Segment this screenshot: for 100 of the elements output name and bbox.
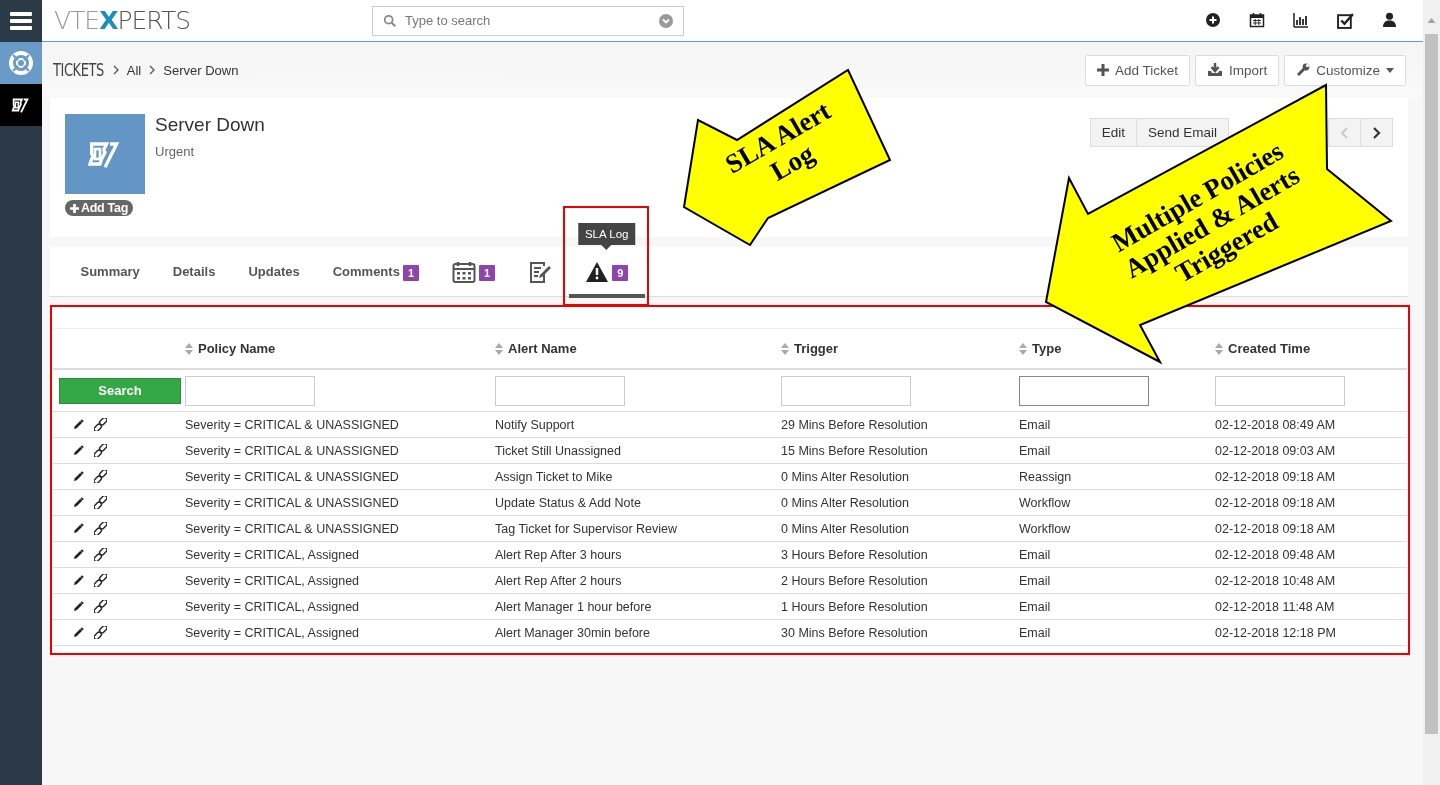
plus-icon [1096, 64, 1109, 76]
dropdown-icon[interactable] [659, 13, 673, 28]
pencil-icon[interactable] [73, 575, 84, 586]
tab[interactable]: Details [156, 247, 232, 298]
chevron-right-icon [149, 65, 156, 75]
table-cell: 29 Mins Before Resolution [781, 417, 928, 432]
chevron-right-icon [112, 65, 119, 75]
tab[interactable]: Summary [64, 247, 157, 298]
next-button[interactable] [1360, 118, 1393, 147]
filter-field[interactable] [1215, 375, 1345, 406]
warning-icon [585, 260, 610, 283]
table-cell: Email [1019, 417, 1051, 432]
link-icon[interactable] [94, 522, 107, 535]
link-icon[interactable] [94, 470, 107, 483]
table-cell: 02-12-2018 09:48 AM [1215, 547, 1336, 562]
record-title: Server Down [155, 114, 265, 136]
table-cell: Severity = CRITICAL & UNASSIGNED [185, 495, 399, 510]
pencil-icon[interactable] [73, 445, 84, 456]
count-badge: 1 [479, 264, 496, 281]
search-icon [383, 13, 397, 28]
link-icon[interactable] [94, 574, 107, 587]
link-icon[interactable] [94, 496, 107, 509]
table-cell: Email [1019, 573, 1051, 588]
table-cell: Ticket Still Unassigned [495, 443, 621, 458]
table-cell: Notify Support [495, 417, 575, 432]
pencil-icon[interactable] [73, 419, 84, 430]
header-button[interactable]: Add Ticket [1084, 54, 1190, 86]
calendar-icon [452, 259, 476, 284]
column-header[interactable]: Policy Name [198, 341, 276, 356]
pencil-icon[interactable] [73, 497, 84, 508]
table-cell: Email [1019, 599, 1051, 614]
count-badge: 9 [612, 264, 629, 281]
download-icon [1206, 63, 1223, 77]
table-cell: Severity = CRITICAL, Assigned [185, 599, 360, 614]
logo: VTEXPERTS [54, 6, 192, 35]
filter-field[interactable] [1019, 375, 1149, 406]
table-cell: Severity = CRITICAL & UNASSIGNED [185, 521, 399, 536]
table-cell: Alert Rep After 3 hours [495, 547, 622, 562]
column-header[interactable]: Alert Name [508, 341, 577, 356]
tab[interactable]: Comments 1 [316, 247, 436, 298]
table-cell: 0 Mins Alter Resolution [781, 495, 909, 510]
record-priority: Urgent [155, 144, 196, 159]
breadcrumb-link[interactable]: All [126, 62, 142, 78]
column-header[interactable]: Created Time [1228, 341, 1311, 356]
table-cell: Email [1019, 625, 1051, 640]
callout-text: SLA Alert Log [719, 95, 836, 187]
table-cell: Severity = CRITICAL, Assigned [185, 547, 360, 562]
pencil-icon[interactable] [73, 549, 84, 560]
table-cell: 02-12-2018 10:48 AM [1215, 573, 1336, 588]
table-cell: 15 Mins Before Resolution [781, 443, 928, 458]
table-cell: 1 Hours Before Resolution [781, 599, 928, 614]
filter-field[interactable] [185, 375, 315, 406]
caret-icon [1386, 67, 1394, 73]
plus-icon [70, 203, 79, 213]
link-icon[interactable] [94, 600, 107, 613]
search-bar[interactable]: Type to search [372, 5, 684, 36]
table-cell: 02-12-2018 12:18 PM [1215, 625, 1336, 640]
add-tag-button[interactable]: Add Tag [65, 200, 133, 216]
action-button[interactable]: Edit [1089, 118, 1137, 147]
add-icon[interactable] [1205, 12, 1221, 28]
table-cell: Assign Ticket to Mike [495, 469, 613, 484]
pencil-icon[interactable] [73, 627, 84, 638]
link-icon[interactable] [94, 418, 107, 431]
breadcrumb-link[interactable]: Server Down [163, 62, 239, 78]
lifebuoy-icon[interactable] [9, 51, 33, 75]
notes-edit-icon [528, 259, 553, 284]
pencil-icon[interactable] [73, 471, 84, 482]
menu-icon[interactable] [10, 12, 32, 30]
link-icon[interactable] [94, 444, 107, 457]
link-icon[interactable] [94, 626, 107, 639]
table-cell: Workflow [1019, 495, 1071, 510]
chevron-icon [1372, 126, 1381, 139]
table-cell: Alert Rep After 2 hours [495, 573, 622, 588]
table-cell: 30 Mins Before Resolution [781, 625, 928, 640]
tab[interactable]: Updates [231, 247, 317, 298]
table-cell: 0 Mins Alter Resolution [781, 469, 909, 484]
pencil-icon[interactable] [73, 523, 84, 534]
table-cell: Workflow [1019, 521, 1071, 536]
table-cell: Update Status & Add Note [495, 495, 641, 510]
table-cell: 02-12-2018 11:48 AM [1215, 599, 1335, 614]
header-button[interactable]: Import [1194, 54, 1280, 86]
filter-field[interactable] [495, 375, 625, 406]
tab[interactable]: 1 [435, 247, 512, 298]
filter-field[interactable] [781, 375, 911, 406]
table-cell: Severity = CRITICAL & UNASSIGNED [185, 469, 399, 484]
table-cell: 2 Hours Before Resolution [781, 573, 928, 588]
column-header[interactable]: Type [1032, 341, 1062, 356]
module-title[interactable]: TICKETS [53, 60, 104, 80]
action-button[interactable]: Send Email [1135, 118, 1229, 147]
pencil-icon[interactable] [73, 601, 84, 612]
table-cell: Reassign [1019, 469, 1072, 484]
user-icon[interactable] [1382, 12, 1396, 27]
header-button[interactable]: Customize [1284, 54, 1406, 86]
bar-chart-icon[interactable] [1293, 12, 1309, 28]
table-cell: 02-12-2018 09:03 AM [1215, 443, 1336, 458]
table-cell: Severity = CRITICAL & UNASSIGNED [185, 443, 399, 458]
column-header[interactable]: Trigger [794, 341, 839, 356]
checkbox-icon[interactable] [1336, 12, 1354, 29]
link-icon[interactable] [94, 548, 107, 561]
calendar-icon[interactable] [1249, 12, 1265, 28]
